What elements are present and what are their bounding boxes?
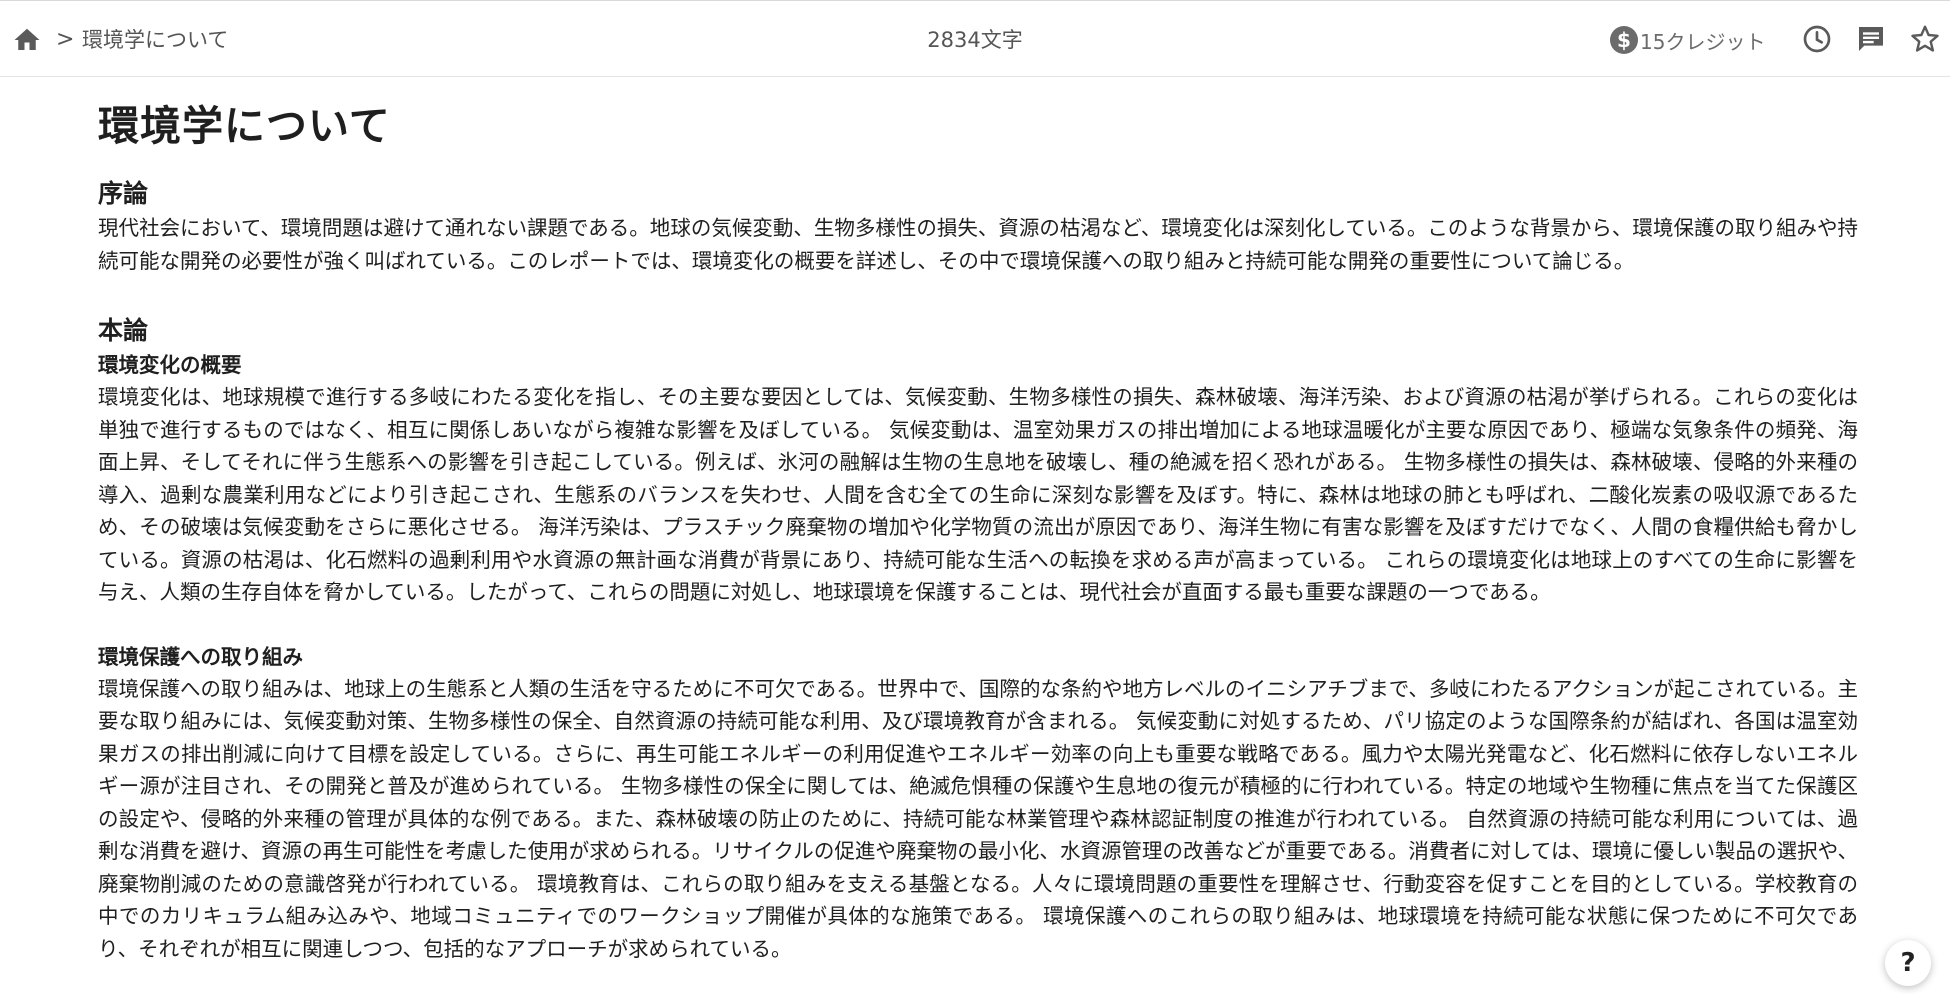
comment-icon [1859,27,1883,51]
environmental-change-paragraph: 環境変化は、地球規模で進行する多岐にわたる変化を指し、その主要な要因としては、気… [98,385,1858,604]
history-button[interactable] [1801,23,1833,55]
breadcrumb-current[interactable]: 環境学について [82,25,228,55]
document-body: 環境学について 序論 現代社会において、環境問題は避けて通れない課題である。地球… [98,96,1858,965]
environmental-protection-paragraph: 環境保護への取り組みは、地球上の生態系と人類の生活を守るために不可欠である。世界… [98,676,1858,961]
favorite-button[interactable] [1909,23,1941,55]
top-toolbar: > 環境学について 2834文字 $ 15クレジット [0,0,1950,77]
home-button[interactable] [12,25,42,55]
breadcrumb-separator: > [56,27,75,52]
section-heading-introduction: 序論 [98,179,149,208]
document-title: 環境学について [98,102,391,150]
section-heading-main: 本論 [98,316,149,345]
comment-button[interactable] [1855,23,1887,55]
credit-label: 15クレジット [1640,29,1766,54]
credit-indicator[interactable]: $ 15クレジット [1610,24,1765,56]
clock-icon [1803,25,1831,53]
home-icon [14,28,40,50]
help-icon: ? [1900,948,1916,978]
introduction-paragraph: 現代社会において、環境問題は避けて通れない課題である。地球の気候変動、生物多様性… [98,216,1858,273]
help-button[interactable]: ? [1885,940,1931,986]
dollar-icon: $ [1610,26,1638,54]
subsection-heading-environmental-change: 環境変化の概要 [98,353,242,377]
subsection-heading-environmental-protection: 環境保護への取り組み [98,644,303,669]
star-icon [1911,25,1939,52]
